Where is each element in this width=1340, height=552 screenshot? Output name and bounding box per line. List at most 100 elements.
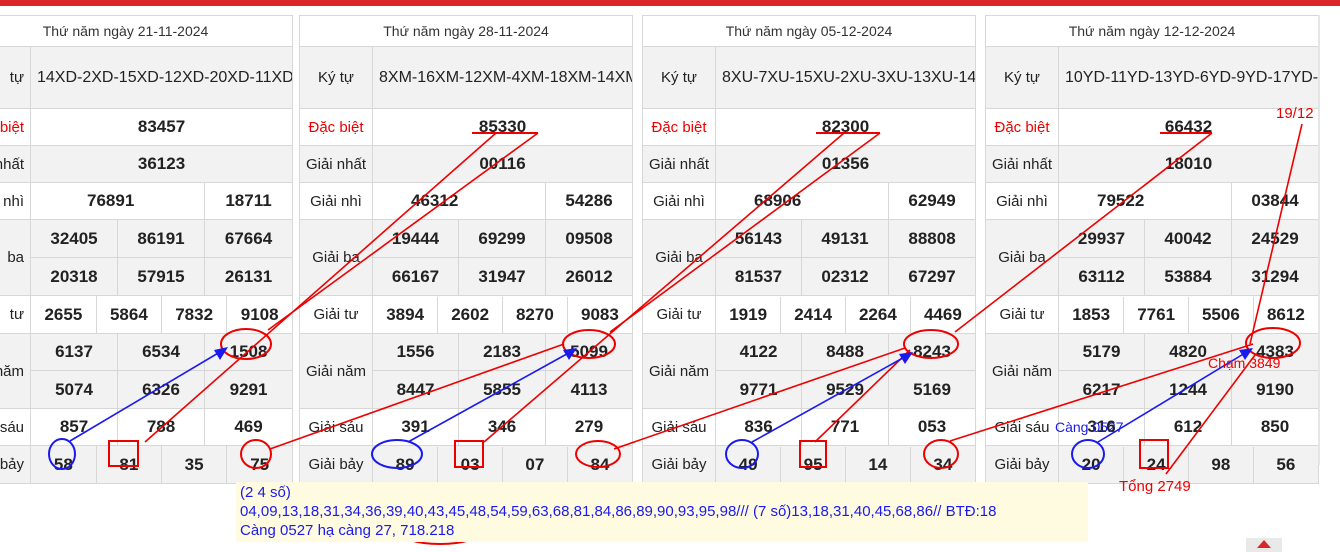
row-label-dac-biet: Đặc biệt [985,108,1059,146]
scroll-to-top-button[interactable] [1246,538,1282,552]
scrollbar-track[interactable] [1318,15,1320,465]
result-panel-4: Thứ năm ngày 12-12-2024 Ký tự 10YD-11YD-13… [984,15,1320,484]
giai-tu-value: 4469 [923,304,962,324]
giai-ba-value: 20318 [30,257,118,296]
row-label-ky-tu: Ký tự [985,46,1059,109]
giai-ba-value: 29937 [1058,219,1145,258]
giai-bay-value: 03 [437,446,503,483]
annotation-cham: Chạm 3849 [1208,355,1281,371]
giai-nam-value: 1556 [372,333,459,371]
giai-nam-value: 9771 [715,370,802,409]
giai-tu-value: 2655 [31,296,97,333]
giai-sau-value: 836 [715,408,802,446]
row-label-giai-nhat: Giải nhất [299,145,373,183]
giai-nam-value: 1508 [203,333,294,371]
annotation-cang: Càng 0527 [1055,419,1124,435]
giai-sau-value: 279 [544,408,634,446]
giai-bay-value: 95 [780,446,846,483]
giai-ba-value: 81537 [715,257,802,296]
giai-sau-value: 857 [30,408,118,446]
giai-tu-value: 5506 [1188,296,1254,333]
giai-ba-value: 31947 [458,257,546,296]
giai-nam-value: 2183 [458,333,546,371]
giai-tu-value: 1853 [1059,296,1125,333]
ky-tu-value: 8XU-7XU-15XU-2XU-3XU-13XU-14XU-6XU [714,46,977,109]
result-panel-2: Thứ năm ngày 28-11-2024 Ký tự 8XM-16XM-12X… [298,15,634,484]
top-accent-bar [0,0,1340,6]
giai-bay-value: 56 [1253,446,1318,483]
giai-nam-value: 5099 [544,333,634,371]
giai-ba-value: 67297 [887,257,977,296]
giai-tu-value: 8270 [502,296,568,333]
giai-nam-value: 6534 [117,333,205,371]
giai-nhi-value: 18711 [203,182,294,220]
giai-nam-value: 5169 [887,370,977,409]
giai-bay-value: 34 [910,446,975,483]
giai-ba-value: 26131 [203,257,294,296]
row-label-giai-sau: Giải sáu [642,408,716,446]
giai-sau-value: 346 [458,408,546,446]
giai-bay-value: 35 [161,446,228,483]
row-label-ky-tu: Ký tự [299,46,373,109]
giai-nam-value: 9291 [203,370,294,409]
giai-nam-value: 5855 [458,370,546,409]
giai-tu-value: 1919 [716,296,782,333]
row-label-giai-nhi: Giải nhì [642,182,716,220]
row-label-dac-biet: Đặc biệt [299,108,373,146]
giai-nam-value: 9190 [1230,370,1320,409]
giai-tu-value: 7761 [1123,296,1189,333]
draw-date: Thứ năm ngày 21-11-2024 [0,15,294,47]
draw-date: Thứ năm ngày 05-12-2024 [641,15,977,47]
giai-ba-value: 88808 [887,219,977,258]
row-label-giai-tu: Giải tư [642,295,716,334]
giai-tu-value: 9108 [240,304,279,324]
giai-bay-value: 20 [1059,446,1125,483]
giai-nhi-value: 46312 [372,182,546,220]
dac-biet-value: 83457 [29,108,294,146]
draw-date: Thứ năm ngày 28-11-2024 [298,15,634,47]
row-label-giai-ba: Giải ba [985,219,1059,296]
giai-nhat-value: 00116 [371,145,634,183]
row-label-giai-bay: Giải bảy [299,445,373,484]
giai-ba-value: 86191 [117,219,205,258]
row-label-giai-nam: Giải năm [985,333,1059,409]
giai-nhi-value: 79522 [1058,182,1232,220]
giai-sau-value: 771 [801,408,889,446]
giai-nam-value: 6137 [30,333,118,371]
giai-nhat-value: 18010 [1057,145,1320,183]
giai-sau-value: 391 [372,408,459,446]
giai-ba-value: 63112 [1058,257,1145,296]
giai-nam-value: 4122 [715,333,802,371]
giai-nhi-value: 54286 [544,182,634,220]
giai-nhi-value: 62949 [887,182,977,220]
giai-ba-value: 02312 [801,257,889,296]
giai-ba-value: 24529 [1230,219,1320,258]
note-line-3: Càng 0527 hạ càng 27, 718.218 [240,522,455,539]
prediction-note: (2 4 số) 04,09,13,18,31,34,36,39,40,43,4… [236,482,1088,542]
giai-tu-value: 9083 [580,304,619,324]
giai-bay-value: 98 [1188,446,1254,483]
row-label-giai-bay: Giải bảy [985,445,1059,484]
giai-nam-value: 8447 [372,370,459,409]
giai-tu-value: 2602 [437,296,503,333]
giai-nam-value: 8488 [801,333,889,371]
giai-nam-value: 8243 [887,333,977,371]
ky-tu-value: 8XM-16XM-12XM-4XM-18XM-14XM-7XM-9XM [371,46,634,109]
giai-nam-value: 4113 [544,370,634,409]
row-label-dac-biet: biệt [0,108,31,146]
annotation-tong: Tổng 2749 [1119,478,1191,495]
giai-sau-value: 053 [887,408,977,446]
giai-nhi-value: 68906 [715,182,889,220]
row-label-giai-nhat: Giải nhất [985,145,1059,183]
giai-bay-value: 75 [226,446,292,483]
giai-tu-value: 8612 [1266,304,1305,324]
giai-nhi-value: 03844 [1230,182,1320,220]
giai-sau-value: 612 [1144,408,1232,446]
row-label-giai-nhi: Giải nhì [299,182,373,220]
row-label-giai-nam: Giải năm [642,333,716,409]
dac-biet-value: 82300 [714,108,977,146]
row-label-giai-nhi: nhì [0,182,31,220]
note-line-2: 04,09,13,18,31,34,36,39,40,43,45,48,54,5… [240,503,997,520]
row-label-giai-sau: Giải sáu [985,408,1059,446]
result-panel-1: Thứ năm ngày 21-11-2024 tự 14XD-2XD-15XD-… [0,15,294,484]
